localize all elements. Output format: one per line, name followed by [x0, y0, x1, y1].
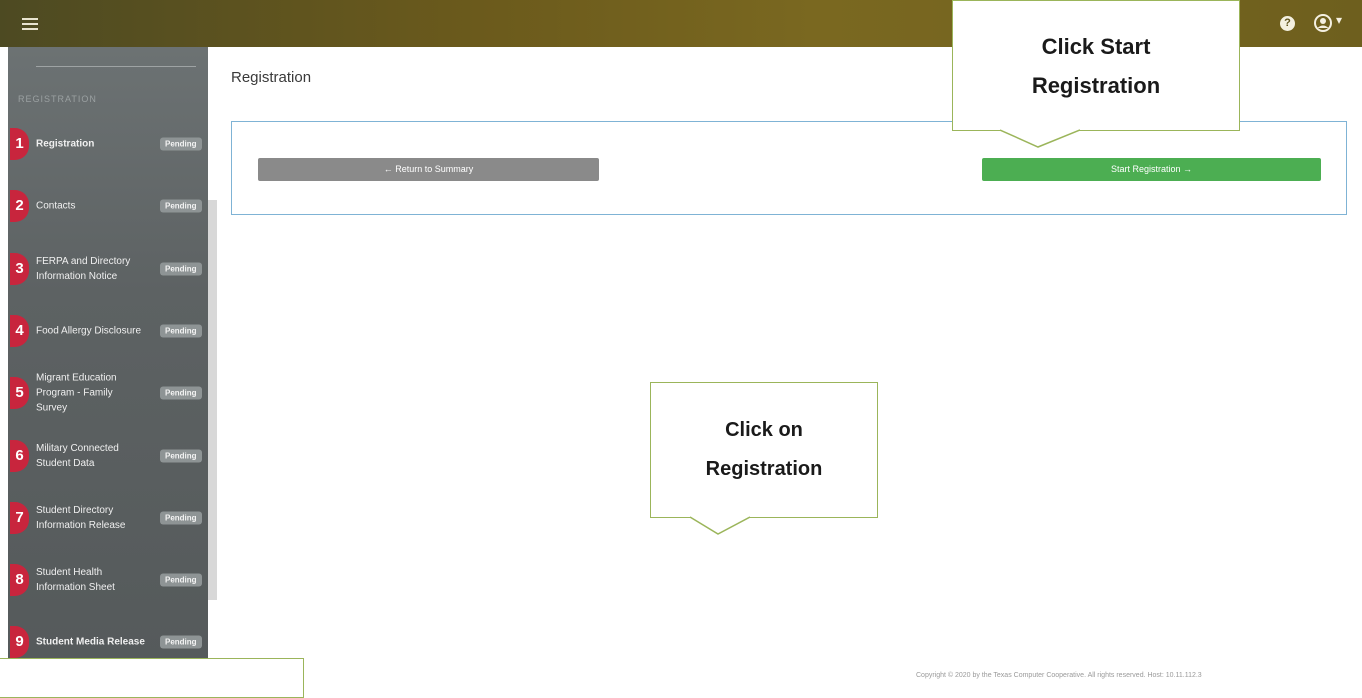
status-badge: Pending — [160, 449, 202, 463]
sidebar-item-directory-release[interactable]: 7 Student Directory Information Release … — [8, 493, 208, 543]
step-number: 1 — [10, 128, 29, 160]
status-badge: Pending — [160, 199, 202, 213]
sidebar-item-label: Student Directory Information Release — [36, 505, 126, 531]
sidebar-item-label: Registration — [36, 138, 95, 150]
sidebar-item-contacts[interactable]: 2 Contacts Pending — [8, 181, 208, 231]
status-badge: Pending — [160, 324, 202, 338]
callout-tail — [690, 516, 750, 535]
sidebar-item-label: Migrant Education Program - Family Surve… — [36, 372, 117, 414]
sidebar-item-health-information[interactable]: 8 Student Health Information Sheet Pendi… — [8, 555, 208, 605]
sidebar-item-military-connected[interactable]: 6 Military Connected Student Data Pendin… — [8, 431, 208, 481]
sidebar-item-label: Military Connected Student Data — [36, 443, 119, 469]
step-number: 2 — [10, 190, 29, 222]
return-to-summary-button[interactable]: ← Return to Summary — [258, 158, 599, 181]
step-number: 9 — [10, 626, 29, 658]
status-badge: Pending — [160, 635, 202, 649]
user-menu-caret-icon[interactable]: ▾ — [1336, 13, 1342, 27]
status-badge: Pending — [160, 137, 202, 151]
help-icon[interactable]: ? — [1280, 16, 1295, 31]
status-badge: Pending — [160, 511, 202, 525]
status-badge: Pending — [160, 386, 202, 400]
sidebar-item-label: FERPA and Directory Information Notice — [36, 256, 131, 282]
sidebar-item-registration[interactable]: 1 Registration Pending — [8, 119, 208, 169]
menu-icon[interactable] — [22, 15, 38, 31]
status-badge: Pending — [160, 262, 202, 276]
sidebar-item-label: Food Allergy Disclosure — [36, 325, 142, 337]
step-number: 3 — [10, 253, 29, 285]
status-badge: Pending — [160, 573, 202, 587]
sidebar-item-food-allergy[interactable]: 4 Food Allergy Disclosure Pending — [8, 306, 208, 356]
sidebar: REGISTRATION 1 Registration Pending 2 Co… — [8, 47, 208, 660]
sidebar-divider — [36, 66, 196, 67]
step-number: 8 — [10, 564, 29, 596]
callout-tail — [1000, 129, 1080, 148]
callout-partial — [0, 658, 304, 698]
step-number: 5 — [10, 377, 29, 409]
callout-text: Click Start Registration — [1031, 33, 1161, 98]
callout-start-registration: Click Start Registration — [952, 0, 1240, 131]
copyright-footer: Copyright © 2020 by the Texas Computer C… — [916, 672, 1202, 679]
page-title: Registration — [231, 69, 312, 86]
step-number: 4 — [10, 315, 29, 347]
sidebar-item-migrant-education[interactable]: 5 Migrant Education Program - Family Sur… — [8, 368, 208, 418]
sidebar-item-label: Student Health Information Sheet — [36, 567, 115, 593]
step-number: 7 — [10, 502, 29, 534]
sidebar-scrollbar[interactable] — [208, 200, 217, 600]
step-number: 6 — [10, 440, 29, 472]
callout-registration: Click on Registration — [650, 382, 878, 518]
sidebar-section-label: REGISTRATION — [18, 94, 97, 104]
user-icon[interactable] — [1314, 14, 1332, 32]
start-registration-button[interactable]: Start Registration → — [982, 158, 1321, 181]
sidebar-item-media-release[interactable]: 9 Student Media Release Pending — [8, 617, 208, 660]
sidebar-item-label: Student Media Release — [36, 636, 145, 648]
sidebar-item-label: Contacts — [36, 200, 76, 212]
callout-text: Click on Registration — [705, 419, 823, 480]
sidebar-item-ferpa[interactable]: 3 FERPA and Directory Information Notice… — [8, 244, 208, 294]
